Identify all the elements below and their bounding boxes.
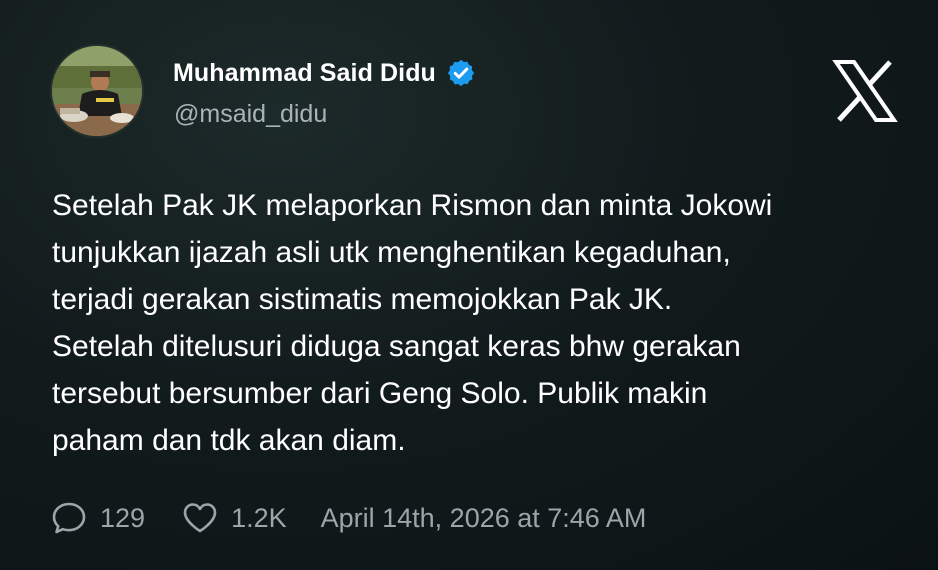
avatar-photo	[52, 46, 142, 136]
author-name-row[interactable]: Muhammad Said Didu	[173, 58, 476, 88]
reply-count: 129	[100, 502, 146, 533]
avatar[interactable]	[50, 44, 144, 138]
reply-button[interactable]: 129	[50, 499, 145, 537]
verified-badge-icon	[446, 58, 476, 88]
like-count: 1.2K	[231, 502, 287, 533]
tweet-text: Setelah Pak JK melaporkan Rismon dan min…	[52, 189, 773, 457]
author-name[interactable]: Muhammad Said Didu	[173, 59, 436, 88]
heart-icon	[183, 503, 217, 533]
speech-bubble-icon	[52, 502, 86, 534]
tweet-timestamp[interactable]: April 14th, 2026 at 7:46 AM	[321, 503, 647, 534]
tweet-meta-bar: 129 1.2K April 14th, 2026 at 7:46 AM	[50, 498, 646, 538]
tweet-card: Muhammad Said Didu @msaid_didu Setelah P…	[0, 0, 938, 570]
x-logo-icon[interactable]	[832, 60, 898, 122]
author-handle[interactable]: @msaid_didu	[174, 100, 327, 129]
like-button[interactable]: 1.2K	[181, 499, 287, 537]
